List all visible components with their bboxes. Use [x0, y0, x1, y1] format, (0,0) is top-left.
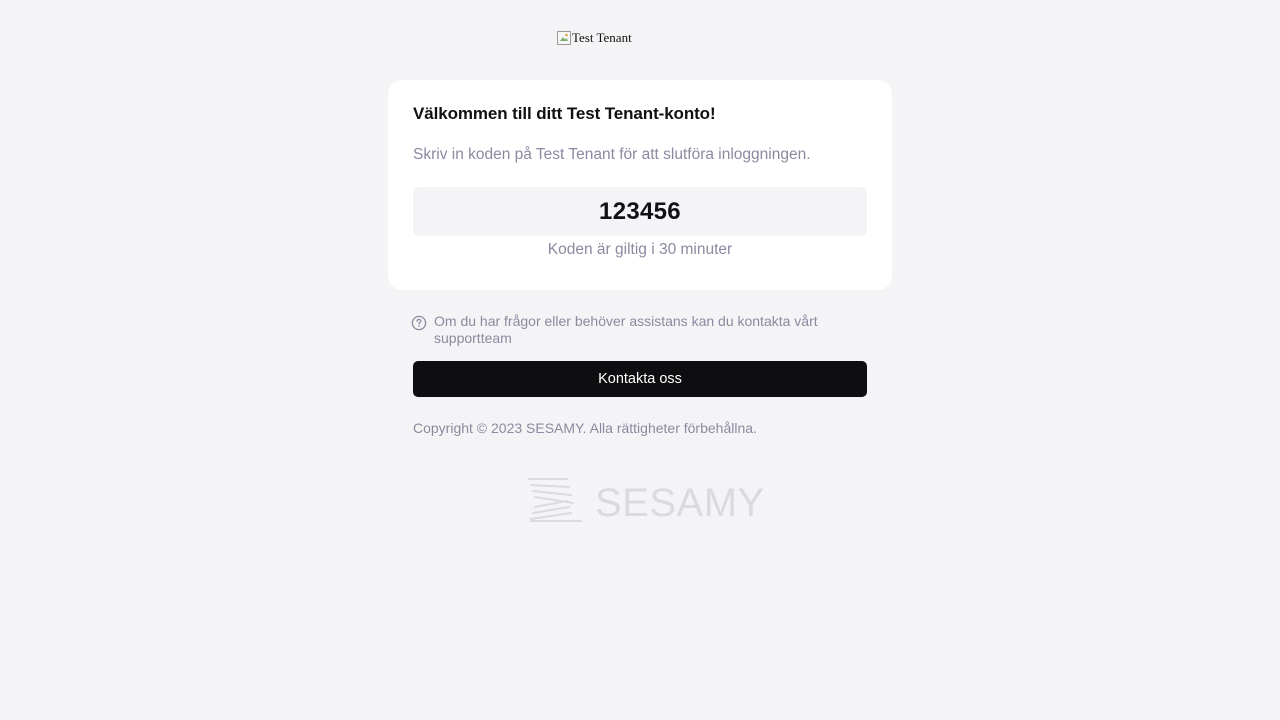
support-text: Om du har frågor eller behöver assistans…	[434, 313, 818, 346]
sesamy-logo: SESAMY	[527, 477, 765, 528]
broken-image-icon	[557, 31, 571, 45]
copyright-text: Copyright © 2023 SESAMY. Alla rättighete…	[413, 420, 757, 436]
question-circle-icon	[411, 315, 427, 331]
support-info: Om du har frågor eller behöver assistans…	[411, 313, 867, 347]
card-title: Välkommen till ditt Test Tenant-konto!	[413, 104, 716, 123]
login-code[interactable]: 123456	[413, 187, 867, 236]
code-validity-text: Koden är giltig i 30 minuter	[547, 241, 733, 258]
contact-us-button[interactable]: Kontakta oss	[413, 361, 867, 397]
sesamy-logo-text: SESAMY	[595, 480, 765, 525]
card-subtitle: Skriv in koden på Test Tenant för att sl…	[413, 146, 811, 163]
tenant-logo-broken-image: Test Tenant	[557, 30, 632, 46]
sesamy-mark-icon	[527, 477, 583, 528]
page: Test Tenant Välkommen till ditt Test Ten…	[0, 0, 1280, 720]
tenant-logo-alt-text: Test Tenant	[572, 30, 632, 45]
